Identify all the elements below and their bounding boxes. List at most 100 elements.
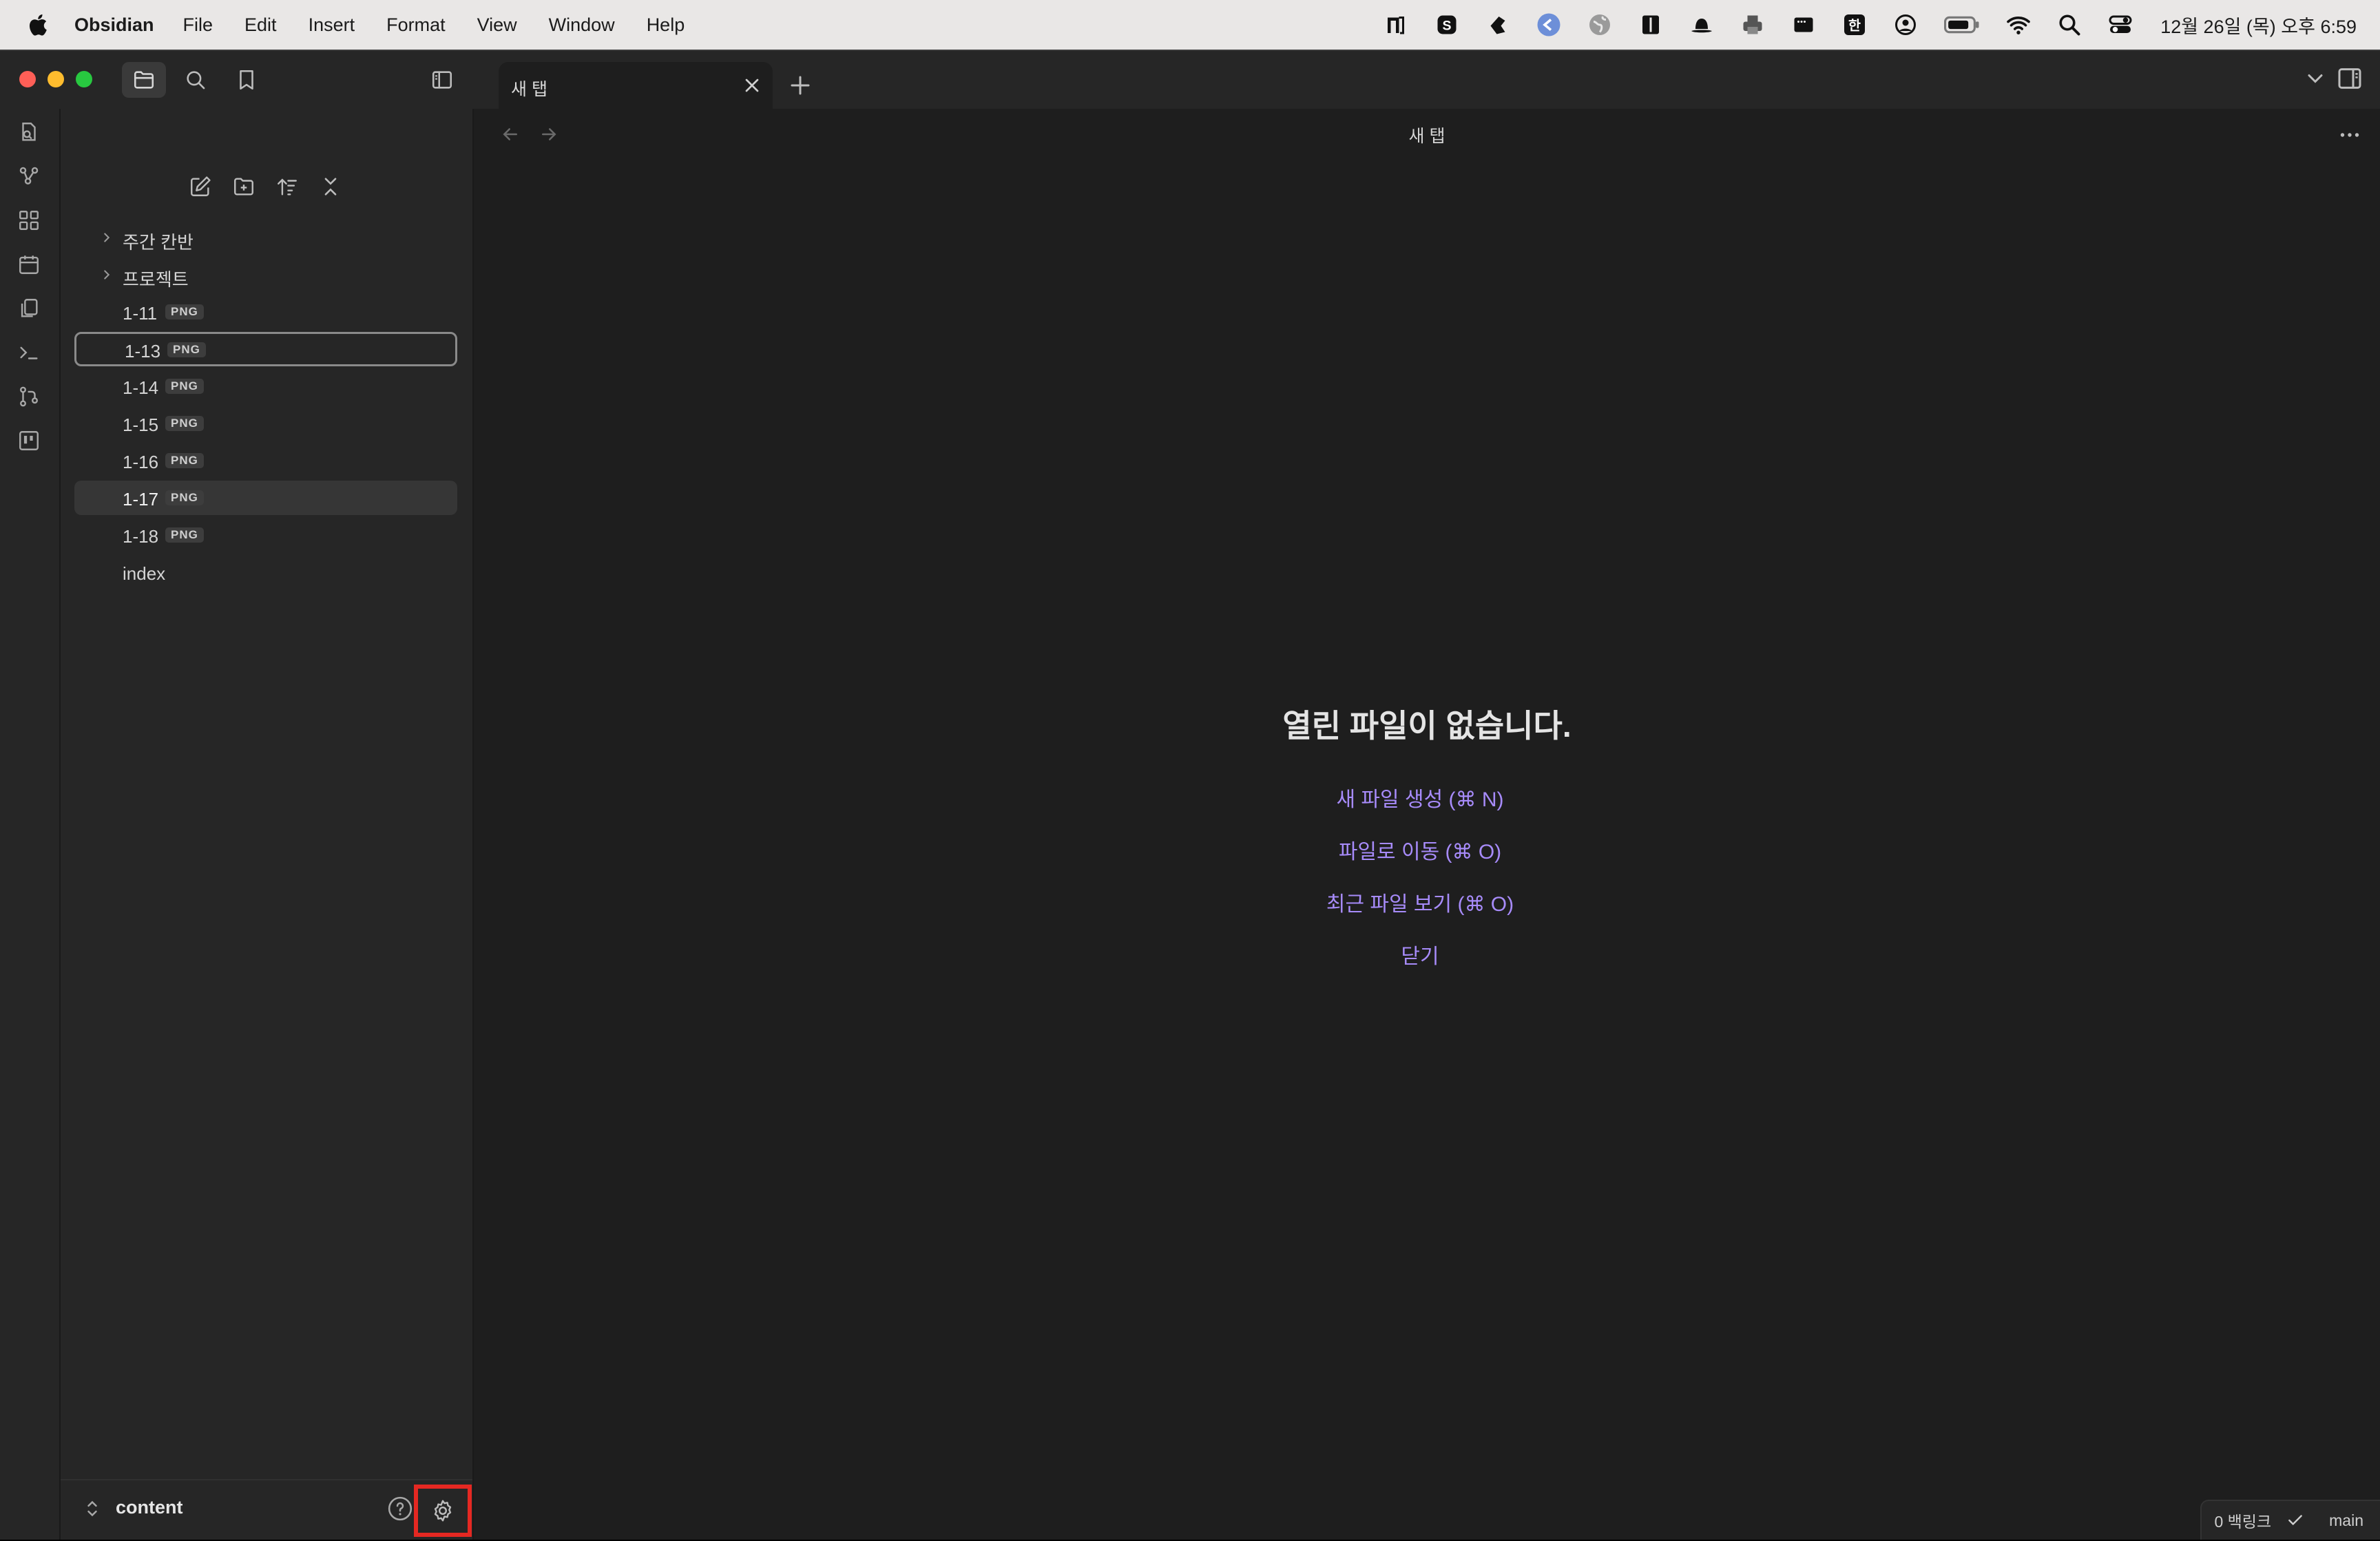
folder-plus-icon bbox=[234, 178, 253, 196]
korean-input-icon[interactable]: 한 bbox=[1842, 12, 1867, 37]
macos-menu-bar: Obsidian File Edit Insert Format View Wi… bbox=[0, 0, 2380, 50]
s-app-icon[interactable]: S bbox=[1434, 12, 1459, 37]
file-label: index bbox=[123, 563, 166, 584]
chevron-down-icon[interactable] bbox=[2303, 66, 2328, 91]
vault-name[interactable]: content bbox=[116, 1497, 183, 1518]
svg-text:S: S bbox=[1443, 19, 1452, 34]
globe-icon[interactable] bbox=[1587, 12, 1612, 37]
chevron-right-icon[interactable] bbox=[99, 230, 114, 245]
layout-grid-icon bbox=[19, 211, 39, 230]
sort-icon bbox=[278, 178, 297, 196]
file-label: 1-13 bbox=[125, 341, 161, 361]
files-view-button[interactable] bbox=[122, 62, 166, 98]
collapse-all-button[interactable] bbox=[315, 171, 346, 202]
create-new-file-link[interactable]: 새 파일 생성 (⌘ N) bbox=[460, 782, 2380, 813]
sidebar-left-icon bbox=[432, 71, 452, 89]
back-arrow-app-icon[interactable] bbox=[1536, 12, 1561, 37]
file-extension-badge: PNG bbox=[165, 416, 204, 431]
new-note-button[interactable] bbox=[185, 171, 216, 202]
search-view-button[interactable] bbox=[174, 62, 218, 98]
battery-icon[interactable] bbox=[1944, 12, 1980, 37]
graph-icon bbox=[19, 167, 39, 185]
tab-title: 새 탭 bbox=[511, 80, 547, 99]
file-item[interactable]: index bbox=[74, 555, 457, 589]
file-item[interactable]: 1-15 PNG bbox=[74, 406, 457, 441]
kanban-button[interactable] bbox=[15, 427, 43, 454]
check-icon[interactable] bbox=[2286, 1511, 2304, 1529]
spotlight-icon[interactable] bbox=[2057, 12, 2082, 37]
menu-insert[interactable]: Insert bbox=[309, 14, 355, 36]
git-button[interactable] bbox=[15, 383, 43, 410]
wifi-icon[interactable] bbox=[2006, 12, 2031, 37]
folder-label: 주간 칸반 bbox=[123, 232, 194, 253]
daily-note-button[interactable] bbox=[15, 251, 43, 278]
bookmarks-view-button[interactable] bbox=[225, 62, 269, 98]
more-options-icon[interactable] bbox=[2337, 123, 2362, 147]
menu-format[interactable]: Format bbox=[386, 14, 446, 36]
sort-button[interactable] bbox=[271, 171, 303, 202]
search-icon bbox=[187, 71, 205, 90]
copy-icon bbox=[21, 299, 38, 317]
window-icon[interactable] bbox=[1791, 12, 1816, 37]
git-branch-name[interactable]: main bbox=[2329, 1511, 2363, 1530]
account-icon[interactable] bbox=[1893, 12, 1918, 37]
graph-view-button[interactable] bbox=[15, 163, 43, 190]
folder-label: 프로젝트 bbox=[123, 269, 189, 290]
templates-button[interactable] bbox=[15, 295, 43, 322]
file-extension-badge: PNG bbox=[165, 304, 204, 319]
toggle-left-sidebar-button[interactable] bbox=[420, 62, 464, 98]
printer-icon[interactable] bbox=[1740, 12, 1765, 37]
menu-view[interactable]: View bbox=[477, 14, 517, 36]
canvas-button[interactable] bbox=[15, 207, 43, 234]
file-extension-badge: PNG bbox=[165, 490, 204, 505]
help-icon[interactable] bbox=[387, 1496, 413, 1522]
recent-files-link[interactable]: 최근 파일 보기 (⌘ O) bbox=[460, 887, 2380, 917]
new-folder-button[interactable] bbox=[228, 171, 260, 202]
notion-icon[interactable] bbox=[1384, 12, 1408, 37]
plus-icon[interactable] bbox=[788, 73, 813, 98]
file-item[interactable]: 1-14 PNG bbox=[74, 369, 457, 403]
korean-input-label: 한 bbox=[1848, 18, 1861, 34]
file-label: 1-14 bbox=[123, 377, 159, 398]
backlinks-count[interactable]: 0 백링크 bbox=[2214, 1509, 2271, 1532]
apple-icon[interactable] bbox=[26, 12, 48, 37]
kanban-icon bbox=[19, 431, 39, 450]
menu-window[interactable]: Window bbox=[549, 14, 615, 36]
book-icon[interactable] bbox=[1638, 12, 1663, 37]
file-label: 1-17 bbox=[123, 489, 159, 510]
file-item[interactable]: 1-18 PNG bbox=[74, 518, 457, 552]
obsidian-window: 새 탭 주간 칸반 프로젝트 1-11 PNG 1-13 PNG 1-14 PN… bbox=[0, 50, 2380, 1540]
file-item[interactable]: 1-13 PNG bbox=[74, 332, 457, 366]
window-close-button[interactable] bbox=[19, 71, 36, 87]
hat-icon[interactable] bbox=[1689, 12, 1714, 37]
file-item[interactable]: 1-16 PNG bbox=[74, 443, 457, 478]
window-minimize-button[interactable] bbox=[48, 71, 64, 87]
folder-projects[interactable]: 프로젝트 bbox=[74, 258, 457, 292]
tab-new-tab[interactable]: 새 탭 bbox=[499, 62, 773, 109]
calendar-icon bbox=[19, 255, 39, 274]
close-icon[interactable] bbox=[741, 74, 763, 96]
sidebar-right-icon[interactable] bbox=[2336, 65, 2363, 92]
file-extension-badge: PNG bbox=[165, 527, 204, 543]
menu-file[interactable]: File bbox=[183, 14, 213, 36]
menu-app-name[interactable]: Obsidian bbox=[74, 14, 154, 36]
close-tab-link[interactable]: 닫기 bbox=[460, 939, 2380, 969]
bookmark-icon bbox=[240, 70, 253, 90]
folder-weekly-kanban[interactable]: 주간 칸반 bbox=[74, 220, 457, 255]
git-branch-icon bbox=[20, 386, 38, 407]
scissors-app-icon[interactable] bbox=[1485, 12, 1510, 37]
file-item[interactable]: 1-17 PNG bbox=[74, 481, 457, 515]
go-to-file-link[interactable]: 파일로 이동 (⌘ O) bbox=[460, 835, 2380, 865]
file-search-icon bbox=[22, 123, 36, 141]
window-zoom-button[interactable] bbox=[76, 71, 92, 87]
file-item[interactable]: 1-11 PNG bbox=[74, 295, 457, 329]
chevron-up-down-icon[interactable] bbox=[85, 1498, 99, 1519]
chevron-right-icon[interactable] bbox=[99, 267, 114, 282]
command-palette-button[interactable] bbox=[15, 339, 43, 366]
menu-bar-clock[interactable]: 12월 26일 (목) 오후 6:59 bbox=[2160, 12, 2357, 39]
control-center-icon[interactable] bbox=[2108, 12, 2133, 37]
menu-edit[interactable]: Edit bbox=[244, 14, 277, 36]
settings-button[interactable] bbox=[414, 1485, 472, 1537]
menu-help[interactable]: Help bbox=[647, 14, 685, 36]
open-quick-switcher-button[interactable] bbox=[15, 118, 43, 146]
